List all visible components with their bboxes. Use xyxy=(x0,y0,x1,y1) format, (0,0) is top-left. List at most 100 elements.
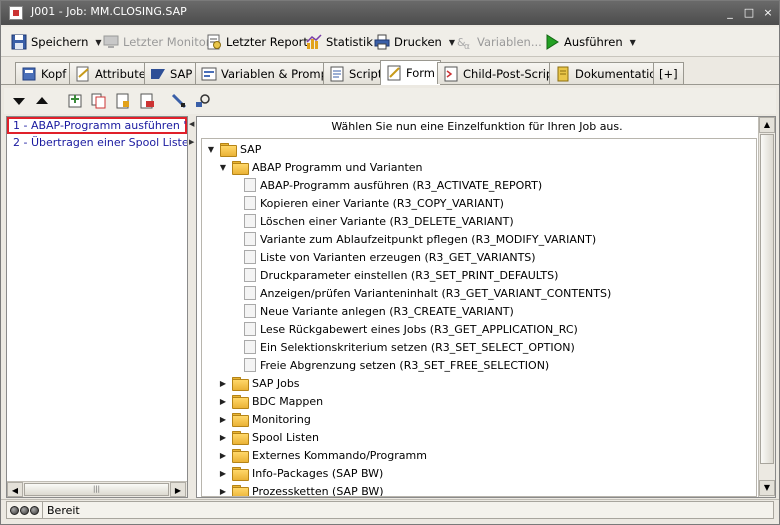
tree-node-abap[interactable]: ▼ ABAP Programm und Varianten xyxy=(218,158,423,176)
tree-leaf-function[interactable]: Liste von Varianten erzeugen (R3_GET_VAR… xyxy=(244,248,536,266)
status-light-icon xyxy=(30,505,39,515)
execute-label: Ausführen xyxy=(564,35,623,49)
tab-attribute[interactable]: Attribute xyxy=(69,62,152,84)
tab-kopf[interactable]: Kopf xyxy=(15,62,73,84)
function-label: Freie Abgrenzung setzen (R3_SET_FREE_SEL… xyxy=(260,358,550,372)
expanded-toggle-icon[interactable]: ▼ xyxy=(218,163,228,172)
chart-icon xyxy=(306,34,322,50)
add-tab-label: [+] xyxy=(659,66,678,81)
add-step-button[interactable] xyxy=(66,92,84,110)
edit-step-button[interactable] xyxy=(114,92,132,110)
scroll-thumb[interactable] xyxy=(760,134,774,464)
folder-icon xyxy=(232,413,249,427)
collapsed-toggle-icon[interactable]: ▶ xyxy=(218,487,228,496)
tree-node-sap[interactable]: ▼ SAP xyxy=(206,140,261,158)
chevron-down-icon[interactable]: ▼ xyxy=(630,38,636,47)
function-icon xyxy=(244,340,256,354)
step-list: 1 - ABAP-Programm ausführen 'RSPO 2 - Üb… xyxy=(7,117,187,481)
tree-leaf-function[interactable]: Variante zum Ablaufzeitpunkt pflegen (R3… xyxy=(244,230,596,248)
main-toolbar: Speichern ▼ Letzter Monitor Letzter Repo… xyxy=(1,27,779,57)
collapsed-toggle-icon[interactable]: ▶ xyxy=(218,379,228,388)
list-item-step-1[interactable]: 1 - ABAP-Programm ausführen 'RSPO xyxy=(7,117,187,134)
status-light-icon xyxy=(20,505,29,515)
tab-label: Attribute xyxy=(95,66,146,81)
tree-leaf-function[interactable]: Druckparameter einstellen (R3_SET_PRINT_… xyxy=(244,266,558,284)
tree-leaf-function[interactable]: Ein Selektionskriterium setzen (R3_SET_S… xyxy=(244,338,575,356)
tree-leaf-function[interactable]: Löschen einer Variante (R3_DELETE_VARIAN… xyxy=(244,212,514,230)
tab-label: Form xyxy=(406,66,435,80)
tree-leaf-function[interactable]: Kopieren einer Variante (R3_COPY_VARIANT… xyxy=(244,194,504,212)
collapsed-toggle-icon[interactable]: ▶ xyxy=(218,433,228,442)
vertical-scrollbar[interactable]: ▲ ▼ xyxy=(758,117,775,497)
splitter-right-arrow[interactable]: ▶ xyxy=(189,138,194,146)
tree-leaf-function[interactable]: Lese Rückgabewert eines Jobs (R3_GET_APP… xyxy=(244,320,578,338)
search-button[interactable] xyxy=(194,92,212,110)
scroll-down-arrow[interactable]: ▼ xyxy=(759,480,775,496)
attributes-icon xyxy=(75,66,91,82)
print-button[interactable]: Drucken ▼ xyxy=(374,32,455,52)
scroll-thumb[interactable]: ||| xyxy=(24,483,169,496)
chevron-down-icon[interactable]: ▼ xyxy=(95,38,101,47)
horizontal-scrollbar[interactable]: ◀ ||| ▶ xyxy=(7,481,187,497)
collapsed-toggle-icon[interactable]: ▶ xyxy=(218,469,228,478)
tab-add[interactable]: [+] xyxy=(653,62,684,84)
tab-sap[interactable]: SAP xyxy=(144,62,199,84)
pane-splitter[interactable]: ◀ ▶ xyxy=(189,116,195,498)
maximize-button[interactable]: □ xyxy=(741,5,757,21)
tools-button[interactable] xyxy=(170,92,188,110)
folder-open-icon xyxy=(232,161,249,175)
tab-form[interactable]: Form xyxy=(380,60,441,85)
save-button[interactable]: Speichern ▼ xyxy=(11,32,102,52)
close-button[interactable]: × xyxy=(760,5,776,21)
tree-leaf-function[interactable]: Anzeigen/prüfen Varianteninhalt (R3_GET_… xyxy=(244,284,611,302)
tab-variablen-prompts[interactable]: Variablen & Prompts xyxy=(195,62,345,84)
minimize-button[interactable]: _ xyxy=(722,5,738,21)
function-label: Druckparameter einstellen (R3_SET_PRINT_… xyxy=(260,268,559,282)
function-icon xyxy=(244,268,256,282)
tree-node-bdc-mappen[interactable]: ▶ BDC Mappen xyxy=(218,392,323,410)
floppy-icon xyxy=(11,34,27,50)
collapsed-toggle-icon[interactable]: ▶ xyxy=(218,415,228,424)
status-text: Bereit xyxy=(47,503,80,517)
tab-dokumentation[interactable]: Dokumentation xyxy=(549,62,670,84)
job-editor-window: J001 - Job: MM.CLOSING.SAP _ □ × Speiche… xyxy=(0,0,780,525)
tree-leaf-function[interactable]: Freie Abgrenzung setzen (R3_SET_FREE_SEL… xyxy=(244,356,549,374)
tab-label: Dokumentation xyxy=(575,66,664,81)
move-up-button[interactable] xyxy=(33,92,51,110)
copy-step-button[interactable] xyxy=(90,92,108,110)
scroll-up-arrow[interactable]: ▲ xyxy=(759,117,775,133)
delete-step-button[interactable] xyxy=(138,92,156,110)
tree-leaf-function[interactable]: ABAP-Programm ausführen (R3_ACTIVATE_REP… xyxy=(244,176,542,194)
window-title: J001 - Job: MM.CLOSING.SAP xyxy=(31,5,187,18)
chevron-down-icon[interactable]: ▼ xyxy=(449,38,455,47)
tree-leaf-function[interactable]: Neue Variante anlegen (R3_CREATE_VARIANT… xyxy=(244,302,514,320)
scroll-right-arrow[interactable]: ▶ xyxy=(170,482,186,497)
tree-node-externes-kommando[interactable]: ▶ Externes Kommando/Programm xyxy=(218,446,427,464)
execute-button[interactable]: Ausführen ▼ xyxy=(544,32,636,52)
move-down-button[interactable] xyxy=(10,92,28,110)
collapsed-toggle-icon[interactable]: ▶ xyxy=(218,451,228,460)
tree-node-sap-jobs[interactable]: ▶ SAP Jobs xyxy=(218,374,300,392)
scroll-left-arrow[interactable]: ◀ xyxy=(7,482,23,497)
last-monitor-button[interactable]: Letzter Monitor xyxy=(103,32,211,52)
list-item-step-2[interactable]: 2 - Übertragen einer Spool Liste xyxy=(7,134,187,151)
save-label: Speichern xyxy=(31,35,89,49)
tree-node-prozessketten[interactable]: ▶ Prozessketten (SAP BW) xyxy=(218,482,384,496)
statistics-button[interactable]: Statistik xyxy=(306,32,373,52)
function-icon xyxy=(244,358,256,372)
function-label: Anzeigen/prüfen Varianteninhalt (R3_GET_… xyxy=(260,286,612,300)
documentation-icon xyxy=(555,66,571,82)
function-icon xyxy=(244,322,256,336)
collapsed-toggle-icon[interactable]: ▶ xyxy=(218,397,228,406)
tab-script[interactable]: Script xyxy=(323,62,389,84)
tab-label: Kopf xyxy=(41,66,67,81)
last-report-button[interactable]: Letzter Report xyxy=(206,32,308,52)
tree-node-info-packages[interactable]: ▶ Info-Packages (SAP BW) xyxy=(218,464,383,482)
step-toolbar xyxy=(4,88,776,114)
splitter-left-arrow[interactable]: ◀ xyxy=(189,120,194,128)
expanded-toggle-icon[interactable]: ▼ xyxy=(206,145,216,154)
tree-node-monitoring[interactable]: ▶ Monitoring xyxy=(218,410,311,428)
tab-child-post-script[interactable]: Child-Post-Script xyxy=(437,62,564,84)
tree-node-spool-listen[interactable]: ▶ Spool Listen xyxy=(218,428,319,446)
variables-button[interactable]: & α Variablen... xyxy=(457,32,542,52)
